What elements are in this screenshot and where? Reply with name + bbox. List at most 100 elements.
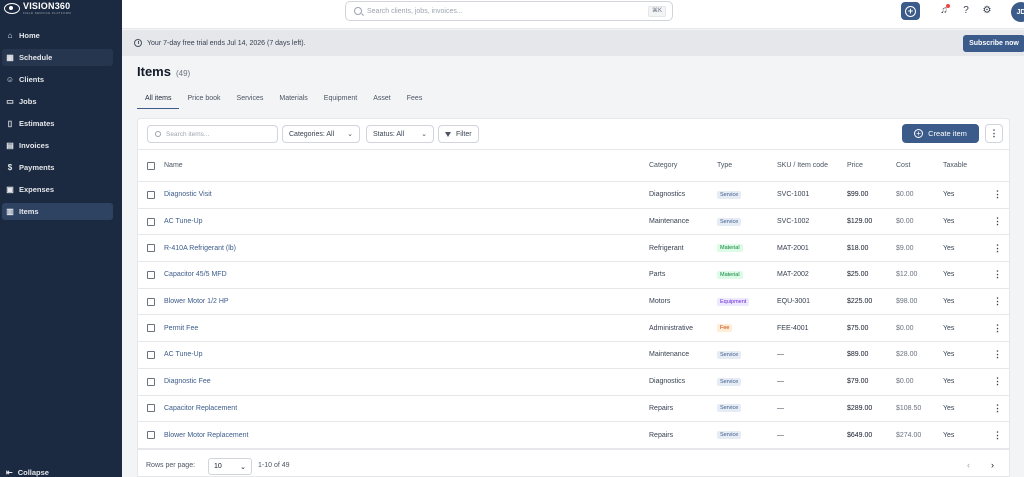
- rows-per-page-label: Rows per page:: [146, 462, 196, 469]
- sidebar: VISION360 FIELD SERVICE PLATFORM ⌂ Home …: [0, 0, 122, 477]
- col-name[interactable]: Name: [164, 149, 649, 182]
- collapse-left-icon: ⇤: [6, 467, 13, 477]
- row-menu-button[interactable]: ⋮: [985, 208, 1010, 236]
- more-options-button[interactable]: ⋮: [985, 124, 1003, 143]
- sidebar-item-home[interactable]: ⌂ Home: [2, 27, 113, 44]
- row-checkbox[interactable]: [147, 404, 155, 413]
- item-name-link[interactable]: Diagnostic Visit: [164, 181, 649, 209]
- item-name-link[interactable]: AC Tune-Up: [164, 208, 649, 236]
- item-cost: $9.00: [896, 234, 943, 263]
- avatar[interactable]: JD: [1011, 2, 1024, 22]
- table-row[interactable]: Blower Motor 1/2 HP Motors Equipment EQU…: [138, 288, 1010, 316]
- row-menu-button[interactable]: ⋮: [985, 368, 1010, 396]
- row-checkbox[interactable]: [147, 350, 155, 359]
- categories-dropdown[interactable]: Categories: All ⌄: [282, 125, 360, 143]
- sidebar-item-payments[interactable]: $ Payments: [2, 159, 113, 176]
- table-row[interactable]: Capacitor 45/5 MFD Parts Material MAT-20…: [138, 261, 1010, 289]
- sidebar-item-schedule[interactable]: ▦ Schedule: [2, 49, 113, 66]
- item-name-link[interactable]: Capacitor 45/5 MFD: [164, 261, 649, 289]
- type-badge: Service: [717, 377, 742, 386]
- type-badge: Fee: [717, 324, 733, 333]
- table-row[interactable]: Blower Motor Replacement Repairs Service…: [138, 421, 1010, 449]
- table-header-row: Name Category Type SKU / Item code Price…: [138, 149, 1010, 182]
- sidebar-item-jobs[interactable]: ▭ Jobs: [2, 93, 113, 110]
- item-search-input[interactable]: Search items...: [147, 125, 278, 143]
- table-row[interactable]: Diagnostic Visit Diagnostics Service SVC…: [138, 181, 1010, 209]
- quick-add-button[interactable]: +: [901, 2, 920, 20]
- row-checkbox[interactable]: [147, 431, 155, 440]
- row-menu-button[interactable]: ⋮: [985, 314, 1010, 343]
- tab-materials[interactable]: Materials: [271, 89, 315, 109]
- table-row[interactable]: Permit Fee Administrative Fee FEE-4001 $…: [138, 314, 1010, 343]
- col-taxable[interactable]: Taxable: [943, 149, 985, 182]
- col-category[interactable]: Category: [649, 149, 717, 182]
- status-dropdown[interactable]: Status: All ⌄: [366, 125, 434, 143]
- row-checkbox[interactable]: [147, 297, 155, 306]
- sidebar-item-estimates[interactable]: ▯ Estimates: [2, 115, 113, 132]
- item-name-link[interactable]: Blower Motor 1/2 HP: [164, 288, 649, 316]
- filter-button[interactable]: Filter: [438, 125, 479, 143]
- table-row[interactable]: R-410A Refrigerant (lb) Refrigerant Mate…: [138, 234, 1010, 263]
- sidebar-item-clients[interactable]: ☺ Clients: [2, 71, 113, 88]
- col-sku[interactable]: SKU / Item code: [777, 149, 847, 182]
- tab-all-items[interactable]: All items: [137, 89, 180, 109]
- row-menu-button[interactable]: ⋮: [985, 261, 1010, 289]
- item-cost: $28.00: [896, 341, 943, 369]
- row-checkbox[interactable]: [147, 324, 155, 333]
- item-name-link[interactable]: AC Tune-Up: [164, 341, 649, 369]
- select-all-checkbox[interactable]: [147, 161, 155, 170]
- next-page-button[interactable]: ›: [991, 460, 994, 470]
- row-checkbox[interactable]: [147, 244, 155, 253]
- collapse-button[interactable]: ⇤ Collapse: [6, 467, 49, 477]
- row-menu-button[interactable]: ⋮: [985, 181, 1010, 209]
- create-item-button[interactable]: + Create item: [902, 124, 979, 143]
- col-type[interactable]: Type: [717, 149, 777, 182]
- table-row[interactable]: AC Tune-Up Maintenance Service — $89.00 …: [138, 341, 1010, 369]
- help-button[interactable]: ?: [960, 4, 972, 16]
- global-search-input[interactable]: Search clients, jobs, invoices... ⌘K: [345, 1, 673, 21]
- col-cost[interactable]: Cost: [896, 149, 943, 182]
- table-row[interactable]: Diagnostic Fee Diagnostics Service — $79…: [138, 368, 1010, 396]
- users-icon: ☺: [5, 75, 15, 84]
- previous-page-button[interactable]: ‹: [967, 460, 970, 470]
- row-menu-button[interactable]: ⋮: [985, 395, 1010, 423]
- sidebar-item-label: Jobs: [19, 97, 37, 106]
- sidebar-item-expenses[interactable]: ▣ Expenses: [2, 181, 113, 198]
- row-checkbox[interactable]: [147, 270, 155, 279]
- rows-per-page-select[interactable]: 10 ⌄: [208, 458, 252, 475]
- col-price[interactable]: Price: [847, 149, 896, 182]
- sidebar-item-invoices[interactable]: ▤ Invoices: [2, 137, 113, 154]
- item-name-link[interactable]: Capacitor Replacement: [164, 395, 649, 423]
- chevron-right-icon: ›: [991, 460, 994, 470]
- item-cost: $0.00: [896, 368, 943, 396]
- item-cost: $108.50: [896, 395, 943, 423]
- row-checkbox[interactable]: [147, 377, 155, 386]
- row-checkbox[interactable]: [147, 190, 155, 199]
- tab-equipment[interactable]: Equipment: [316, 89, 365, 109]
- table-row[interactable]: Capacitor Replacement Repairs Service — …: [138, 395, 1010, 423]
- tab-price-book[interactable]: Price book: [179, 89, 228, 109]
- sidebar-item-items[interactable]: ▥ Items: [2, 203, 113, 220]
- row-menu-button[interactable]: ⋮: [985, 288, 1010, 316]
- type-badge: Service: [717, 190, 742, 199]
- search-icon: [155, 131, 161, 137]
- row-menu-button[interactable]: ⋮: [985, 234, 1010, 263]
- row-checkbox[interactable]: [147, 217, 155, 226]
- table-row[interactable]: AC Tune-Up Maintenance Service SVC-1002 …: [138, 208, 1010, 236]
- tab-services[interactable]: Services: [229, 89, 272, 109]
- item-taxable: Yes: [943, 368, 985, 396]
- settings-button[interactable]: ⚙: [981, 4, 993, 16]
- brand-logo[interactable]: VISION360 FIELD SERVICE PLATFORM: [0, 0, 122, 16]
- kebab-icon: ⋮: [993, 402, 1002, 413]
- tab-asset[interactable]: Asset: [365, 89, 399, 109]
- item-name-link[interactable]: Blower Motor Replacement: [164, 421, 649, 449]
- row-menu-button[interactable]: ⋮: [985, 341, 1010, 369]
- item-name-link[interactable]: Diagnostic Fee: [164, 368, 649, 396]
- kebab-icon: ⋮: [993, 349, 1002, 360]
- tab-fees[interactable]: Fees: [399, 89, 431, 109]
- item-name-link[interactable]: R-410A Refrigerant (lb): [164, 234, 649, 263]
- item-name-link[interactable]: Permit Fee: [164, 314, 649, 343]
- row-menu-button[interactable]: ⋮: [985, 421, 1010, 449]
- notifications-button[interactable]: ♫: [938, 4, 950, 16]
- subscribe-button[interactable]: Subscribe now: [963, 35, 1024, 52]
